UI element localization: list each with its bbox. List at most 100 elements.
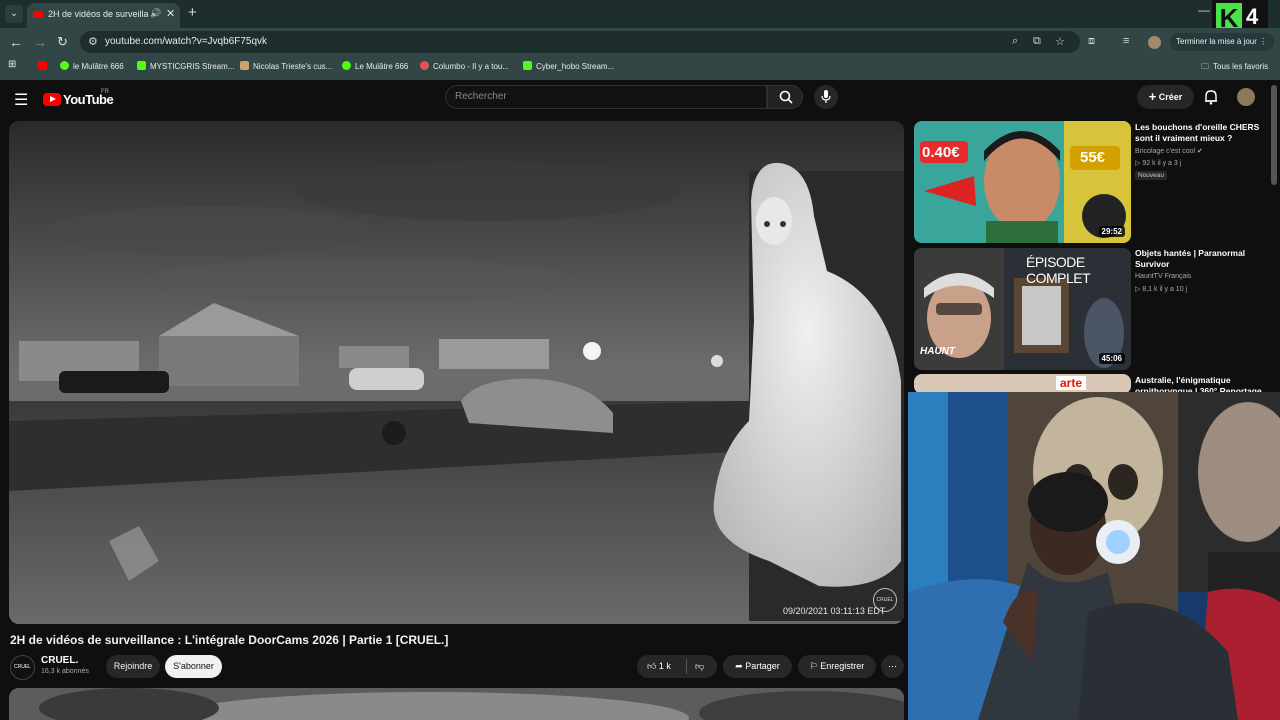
- recommendation-channel[interactable]: HauntTV Français: [1135, 273, 1191, 280]
- reload-icon[interactable]: ↻: [57, 34, 68, 50]
- more-actions-button[interactable]: ⋯: [881, 655, 904, 678]
- bookmark-icon: ⚐: [809, 661, 818, 671]
- back-icon[interactable]: ←: [9, 34, 23, 50]
- webcam-image: [908, 392, 1280, 720]
- recommendation-meta: ▷ 8,1 k il y a 10 j: [1135, 285, 1187, 293]
- subscriber-count: 16,3 k abonnés: [41, 668, 89, 675]
- update-button[interactable]: Terminer la mise à jour ⋮: [1170, 33, 1274, 51]
- like-button[interactable]: 👍︎ 1 k: [647, 655, 671, 678]
- tab-title: 2H de vidéos de surveillance : L'intégra…: [48, 9, 148, 19]
- thumbs-up-icon: 👍︎: [647, 661, 657, 671]
- menu-icon[interactable]: ☰: [14, 90, 28, 110]
- microphone-icon: [821, 90, 831, 103]
- bookmark-1[interactable]: le Mulâtre 666: [60, 61, 124, 71]
- recommendation-thumbnail[interactable]: arte: [914, 374, 1131, 394]
- channel-name[interactable]: CRUEL.: [41, 655, 78, 666]
- address-bar[interactable]: ⚙ youtube.com/watch?v=Jvqb6F75qvk ⌕ ⧉ ☆: [80, 31, 1080, 53]
- dislike-button[interactable]: 👎︎: [695, 655, 704, 678]
- voice-search-button[interactable]: [814, 85, 838, 109]
- bookmark-4[interactable]: Le Mulâtre 666: [342, 61, 408, 71]
- site-info-icon[interactable]: ⚙: [88, 35, 98, 48]
- thumbnail-price-low: 0.40€: [922, 144, 960, 161]
- video-title: 2H de vidéos de surveillance : L'intégra…: [10, 633, 449, 647]
- bookmark-star-icon[interactable]: ☆: [1055, 35, 1065, 48]
- bookmark-2[interactable]: MYSTICGRIS Stream...: [137, 61, 234, 71]
- recommendation-title[interactable]: Australie, l'énigmatique ornithorynque |…: [1135, 375, 1263, 393]
- extensions-icon[interactable]: ⧈: [1088, 35, 1095, 48]
- bookmark-label: Columbo - Il y a tou...: [433, 62, 510, 71]
- profile-avatar[interactable]: [1148, 36, 1161, 49]
- recommendation-thumbnail[interactable]: 0.40€ 55€ 29:52: [914, 121, 1131, 243]
- plus-icon: +: [1148, 89, 1157, 104]
- region-code: FR: [101, 89, 109, 95]
- recommendation-title[interactable]: Les bouchons d'oreille CHERS sont il vra…: [1135, 122, 1263, 144]
- mascot-icon: [240, 61, 249, 70]
- bookmark-6[interactable]: Cyber_hobo Stream...: [523, 61, 614, 71]
- thumbnail-price-high: 55€: [1080, 149, 1106, 166]
- play-icon: [60, 61, 69, 70]
- recommendation-title[interactable]: Objets hantés | Paranormal Survivor: [1135, 248, 1263, 270]
- join-button[interactable]: Rejoindre: [106, 655, 160, 678]
- search-button[interactable]: [767, 85, 803, 109]
- save-button[interactable]: ⚐ Enregistrer: [798, 655, 876, 678]
- bookmark-5[interactable]: Columbo - Il y a tou...: [420, 61, 509, 71]
- play-count-icon: ▷: [1135, 286, 1141, 293]
- bookmark-label: Le Mulâtre 666: [355, 62, 409, 71]
- thumbnail-logo: arte: [1056, 376, 1087, 390]
- recommendation-meta: ▷ 92 k il y a 3 j: [1135, 159, 1181, 167]
- bookmark-label: Cyber_hobo Stream...: [536, 62, 615, 71]
- k4-number: 4: [1246, 4, 1259, 29]
- bookmark-label: Nicolas Trieste's cus...: [253, 62, 333, 71]
- video-duration: 29:52: [1098, 226, 1125, 237]
- bookmark-3[interactable]: Nicolas Trieste's cus...: [240, 61, 332, 71]
- youtube-icon: [38, 61, 47, 70]
- update-label: Terminer la mise à jour: [1176, 37, 1257, 46]
- camera-timestamp: 09/20/2021 03:11:13 EDT: [783, 606, 886, 616]
- kick-icon: [137, 61, 146, 70]
- tab-strip: ⌄ 2H de vidéos de surveillance : L'intég…: [0, 0, 1280, 28]
- kick-icon: [523, 61, 532, 70]
- channel-avatar[interactable]: CRUEL: [10, 655, 35, 680]
- youtube-favicon-icon: [33, 11, 43, 18]
- tab-search-chevron-icon[interactable]: ⌄: [5, 5, 23, 23]
- bookmarks-bar: ⊞ le Mulâtre 666 MYSTICGRIS Stream... Ni…: [0, 56, 1280, 80]
- create-label: Créer: [1158, 92, 1183, 102]
- share-button[interactable]: ➦ Partager: [723, 655, 792, 678]
- divider: [686, 659, 687, 674]
- new-badge: Nouveau: [1135, 171, 1168, 180]
- close-tab-icon[interactable]: ✕: [166, 7, 175, 20]
- page-scrollbar[interactable]: [1271, 85, 1277, 185]
- thumbnail-image: [914, 121, 1131, 243]
- recommendation-channel[interactable]: Bricolage c'est cool ✔: [1135, 147, 1203, 155]
- forward-icon[interactable]: →: [33, 34, 47, 50]
- search-input[interactable]: Rechercher: [445, 85, 767, 109]
- notifications-bell-icon[interactable]: [1204, 89, 1218, 105]
- speaker-icon[interactable]: 🔊: [150, 8, 161, 19]
- play-icon: [342, 61, 351, 70]
- thumbnail-caption: ÉPISODE COMPLET: [1026, 254, 1091, 286]
- apps-grid-icon[interactable]: ⊞: [8, 59, 16, 70]
- preview-image: [9, 688, 904, 720]
- url-text[interactable]: youtube.com/watch?v=Jvqb6F75qvk: [105, 36, 267, 47]
- all-bookmarks[interactable]: 🗀 Tous les favoris: [1201, 61, 1268, 75]
- streamer-webcam-overlay: [908, 392, 1280, 720]
- account-avatar[interactable]: [1237, 88, 1255, 106]
- create-button[interactable]: + Créer: [1137, 85, 1194, 109]
- recommendation-thumbnail[interactable]: ÉPISODE COMPLET HAUNT 45:06: [914, 248, 1131, 370]
- minimize-icon[interactable]: —: [1198, 3, 1210, 17]
- play-count-icon: ▷: [1135, 160, 1141, 167]
- zoom-icon[interactable]: ⌕: [1012, 35, 1018, 48]
- search-placeholder: Rechercher: [455, 91, 507, 102]
- bookmark-label: MYSTICGRIS Stream...: [150, 62, 235, 71]
- subscribe-button[interactable]: S'abonner: [165, 655, 222, 678]
- new-tab-icon[interactable]: +: [188, 4, 197, 21]
- video-player[interactable]: CRUEL 09/20/2021 03:11:13 EDT: [9, 121, 904, 624]
- verified-icon: ✔: [1197, 148, 1203, 155]
- media-controls-icon[interactable]: ≡: [1123, 35, 1129, 47]
- search-icon: [779, 90, 793, 104]
- save-label: Enregistrer: [820, 661, 865, 671]
- active-tab[interactable]: 2H de vidéos de surveillance : L'intégra…: [27, 3, 180, 28]
- all-bookmarks-label: Tous les favoris: [1213, 62, 1269, 71]
- install-app-icon[interactable]: ⧉: [1033, 35, 1041, 48]
- bookmark-youtube[interactable]: [38, 61, 51, 71]
